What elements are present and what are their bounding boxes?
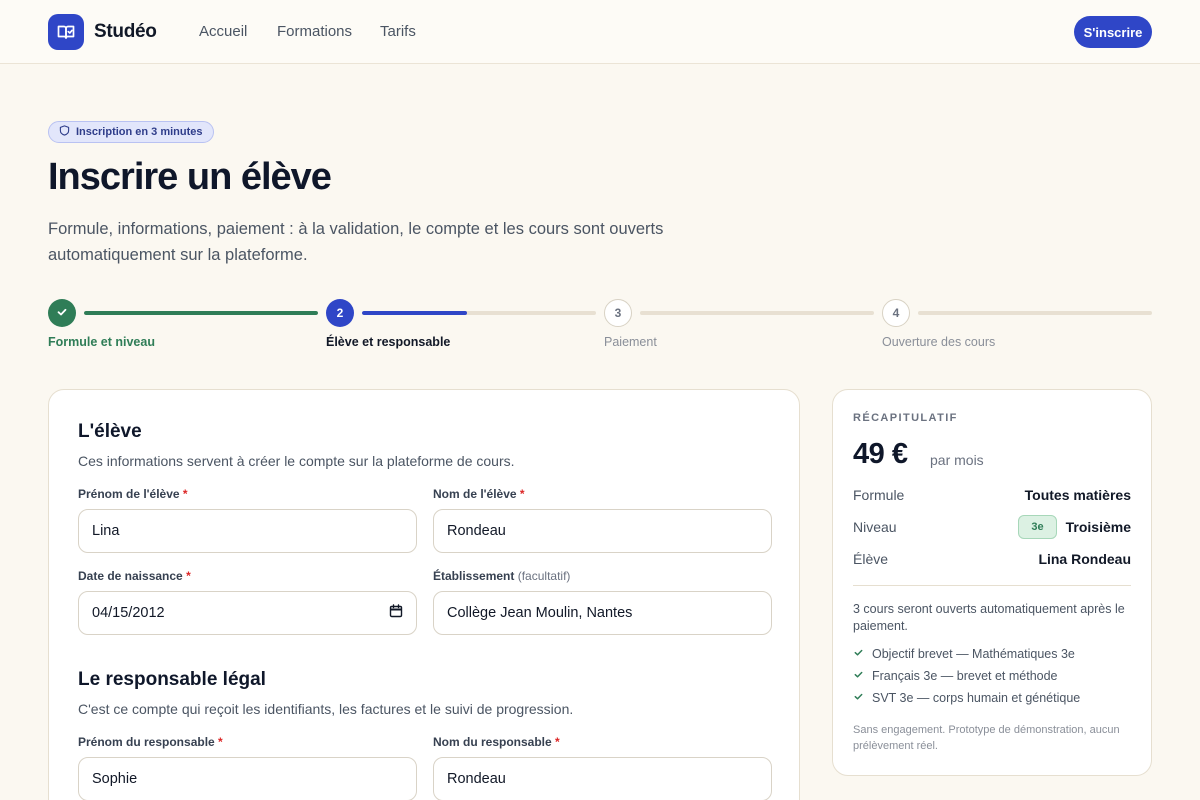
course-item: SVT 3e — corps humain et génétique bbox=[853, 691, 1080, 705]
summary-row-formule-value: Toutes matières bbox=[1024, 487, 1131, 503]
nav-link-formations[interactable]: Formations bbox=[277, 23, 352, 40]
book-open-icon[interactable] bbox=[48, 14, 84, 50]
guardian-last-name-input[interactable] bbox=[447, 771, 758, 787]
summary-heading: RÉCAPITULATIF bbox=[853, 412, 958, 424]
summary-divider bbox=[853, 585, 1131, 586]
badge-text: Inscription en 3 minutes bbox=[76, 126, 203, 138]
guardian-last-name-label: Nom du responsable * bbox=[433, 735, 560, 749]
step-4-label: Ouverture des cours bbox=[882, 335, 996, 349]
course-item-label: SVT 3e — corps humain et génétique bbox=[872, 691, 1081, 705]
check-icon bbox=[853, 647, 864, 661]
calendar-icon[interactable] bbox=[389, 604, 403, 622]
courses-note: 3 cours seront ouverts automatiquement a… bbox=[853, 602, 1125, 633]
guardian-first-name-input[interactable] bbox=[92, 771, 403, 787]
step-2-indicator: 2 bbox=[326, 299, 354, 327]
step-1-indicator bbox=[48, 299, 76, 327]
shield-icon bbox=[59, 125, 70, 139]
student-first-name-label: Prénom de l'élève * bbox=[78, 487, 188, 501]
nav-link-tarifs[interactable]: Tarifs bbox=[380, 23, 416, 40]
order-summary-card: RÉCAPITULATIF 49 € par mois Formule Tout… bbox=[832, 389, 1152, 776]
summary-row-eleve-key: Élève bbox=[853, 551, 889, 567]
sign-up-button[interactable]: S'inscrire bbox=[1074, 16, 1152, 48]
step-1-progress bbox=[84, 311, 318, 315]
brand-name[interactable]: Studéo bbox=[94, 21, 157, 43]
course-item-label: Objectif brevet — Mathématiques 3e bbox=[872, 647, 1075, 661]
step-4-indicator: 4 bbox=[882, 299, 910, 327]
summary-row-niveau-value: Troisième bbox=[1065, 519, 1131, 535]
student-last-name-input[interactable] bbox=[447, 523, 758, 539]
step-3-indicator: 3 bbox=[604, 299, 632, 327]
school-field[interactable] bbox=[433, 591, 772, 635]
guardian-first-name-field[interactable] bbox=[78, 757, 417, 800]
birth-date-value[interactable]: 04/15/2012 bbox=[92, 605, 165, 621]
fine-print: Sans engagement. Prototype de démonstrat… bbox=[853, 724, 1120, 752]
page-title: Inscrire un élève bbox=[48, 156, 332, 198]
level-badge: 3e bbox=[1018, 515, 1057, 539]
step-4-progress bbox=[918, 311, 1152, 315]
birth-date-field[interactable]: 04/15/2012 bbox=[78, 591, 417, 635]
school-input[interactable] bbox=[447, 605, 758, 621]
price-period: par mois bbox=[930, 452, 984, 468]
top-navigation-bar: Studéo Accueil Formations Tarifs S'inscr… bbox=[0, 0, 1200, 64]
nav-link-accueil[interactable]: Accueil bbox=[199, 23, 247, 40]
student-last-name-label: Nom de l'élève * bbox=[433, 487, 525, 501]
guardian-last-name-field[interactable] bbox=[433, 757, 772, 800]
page-subtitle: Formule, informations, paiement : à la v… bbox=[48, 220, 664, 264]
summary-row-formule-key: Formule bbox=[853, 487, 905, 503]
student-section-description: Ces informations servent à créer le comp… bbox=[78, 453, 515, 469]
registration-form-card: L'élève Ces informations servent à créer… bbox=[48, 389, 800, 800]
student-last-name-field[interactable] bbox=[433, 509, 772, 553]
check-icon bbox=[853, 669, 864, 683]
guardian-section-description: C'est ce compte qui reçoit les identifia… bbox=[78, 701, 574, 717]
guardian-first-name-label: Prénom du responsable * bbox=[78, 735, 223, 749]
duration-badge: Inscription en 3 minutes bbox=[48, 121, 214, 143]
step-1-label[interactable]: Formule et niveau bbox=[48, 335, 155, 349]
school-label: Établissement (facultatif) bbox=[433, 569, 571, 583]
student-first-name-field[interactable] bbox=[78, 509, 417, 553]
step-3-progress bbox=[640, 311, 874, 315]
course-item: Objectif brevet — Mathématiques 3e bbox=[853, 647, 1075, 661]
course-item: Français 3e — brevet et méthode bbox=[853, 669, 1058, 683]
birth-date-label: Date de naissance * bbox=[78, 569, 191, 583]
step-2-label: Élève et responsable bbox=[326, 335, 451, 349]
guardian-section-title: Le responsable légal bbox=[78, 669, 266, 690]
check-icon bbox=[853, 691, 864, 705]
student-first-name-input[interactable] bbox=[92, 523, 403, 539]
student-section-title: L'élève bbox=[78, 421, 142, 442]
step-3-label: Paiement bbox=[604, 335, 657, 349]
course-item-label: Français 3e — brevet et méthode bbox=[872, 669, 1058, 683]
summary-row-eleve-value: Lina Rondeau bbox=[1038, 551, 1131, 567]
price-value: 49 € bbox=[853, 438, 908, 470]
step-2-progress bbox=[362, 311, 596, 315]
check-icon bbox=[56, 306, 68, 321]
summary-row-niveau-key: Niveau bbox=[853, 519, 897, 535]
